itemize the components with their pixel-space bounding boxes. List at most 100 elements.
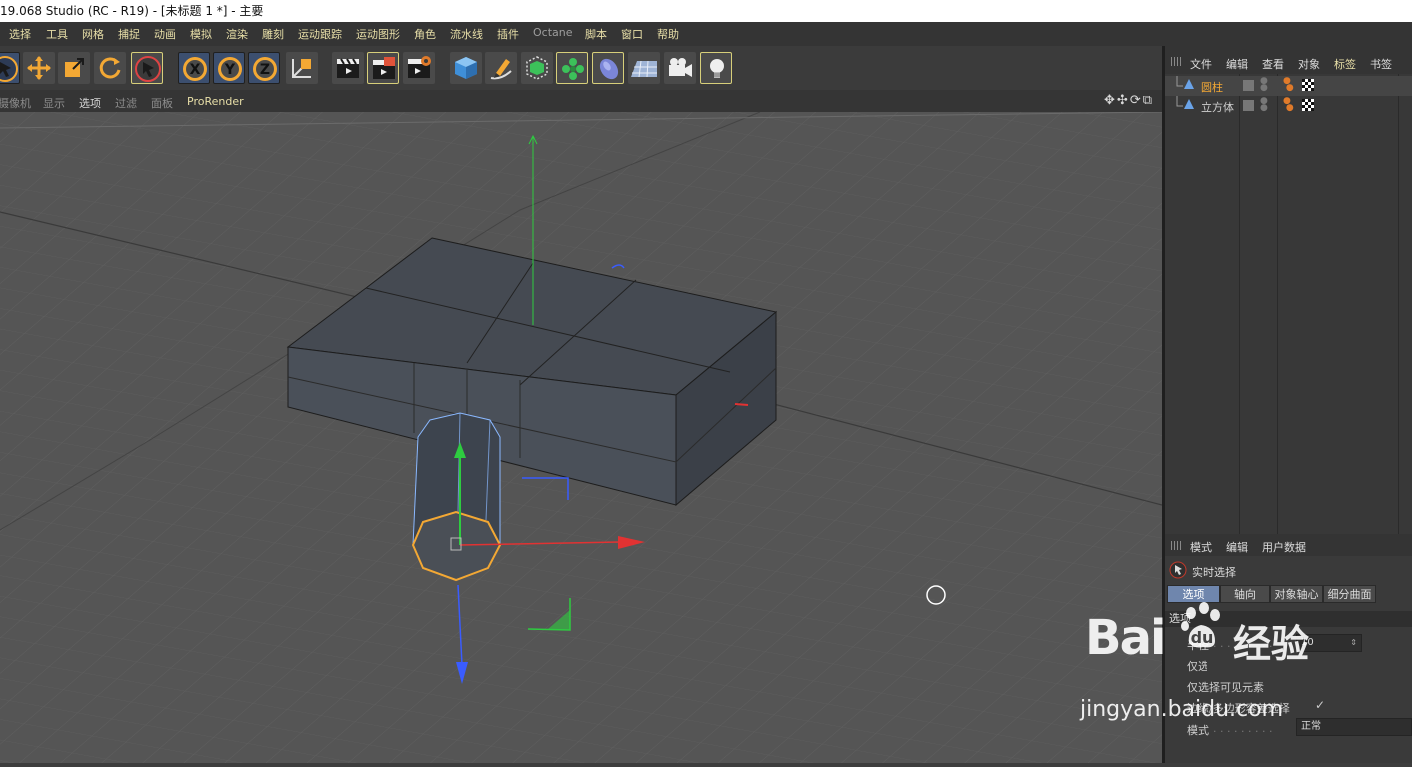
visibility-dots-icon[interactable]: ● ● [1260, 97, 1268, 113]
y-axis-icon: Y [218, 57, 242, 81]
menu-pipeline[interactable]: 流水线 [450, 26, 483, 42]
watermark-suffix: 经验 [1233, 622, 1310, 666]
svg-text:Y: Y [224, 62, 236, 78]
cylinder-icon [1184, 79, 1194, 89]
coordinate-system-button[interactable] [286, 52, 318, 84]
menu-octane[interactable]: Octane [533, 26, 573, 39]
clapper-icon [337, 58, 359, 78]
pen-spline-button[interactable] [485, 52, 517, 84]
menu-render[interactable]: 渲染 [226, 26, 248, 42]
menu-mograph[interactable]: 运动图形 [356, 26, 400, 42]
am-menu-mode[interactable]: 模式 [1190, 539, 1212, 555]
stepper-icon[interactable]: ⇕ [1350, 635, 1357, 651]
menu-character[interactable]: 角色 [414, 26, 436, 42]
menu-plugins[interactable]: 插件 [497, 26, 519, 42]
viewport-menu-filter[interactable]: 过滤 [115, 95, 137, 111]
object-name-cylinder[interactable]: 圆柱 [1201, 79, 1223, 95]
menu-script[interactable]: 脚本 [585, 26, 607, 42]
deformer-button[interactable] [592, 52, 624, 84]
phong-tag-icon[interactable]: ● ● [1283, 77, 1294, 93]
viewport-scene [0, 111, 1163, 763]
light-bulb-icon [710, 59, 724, 78]
cube-icon [455, 57, 477, 79]
viewport-menu-panel[interactable]: 面板 [151, 95, 173, 111]
object-row-cylinder[interactable]: 圆柱 ● ● ● ● [1165, 76, 1412, 96]
material-tag-icon[interactable] [1302, 79, 1314, 91]
attribute-manager-menubar: 模式 编辑 用户数据 [1165, 534, 1412, 556]
menu-sculpt[interactable]: 雕刻 [262, 26, 284, 42]
scale-icon [65, 58, 84, 77]
move-tool-button[interactable] [23, 52, 55, 84]
cube-object-button[interactable] [450, 52, 482, 84]
render-view-button[interactable] [332, 52, 364, 84]
am-menu-userdata[interactable]: 用户数据 [1262, 539, 1306, 555]
layer-icon[interactable] [1243, 80, 1254, 91]
watermark-brand: Bai [1085, 610, 1166, 666]
menu-motion-tracking[interactable]: 运动跟踪 [298, 26, 342, 42]
3d-viewport[interactable] [0, 111, 1163, 763]
main-menubar: 选择 工具 网格 捕捉 动画 模拟 渲染 雕刻 运动跟踪 运动图形 角色 流水线… [0, 22, 1412, 46]
am-menu-edit[interactable]: 编辑 [1226, 539, 1248, 555]
lock-x-button[interactable]: X [178, 52, 210, 84]
render-picture-icon [373, 57, 395, 79]
menu-tools[interactable]: 工具 [46, 26, 68, 42]
panel-grip-icon[interactable] [1171, 541, 1183, 550]
om-menu-tags[interactable]: 标签 [1334, 56, 1356, 72]
svg-text:X: X [190, 62, 201, 78]
right-panel: 文件 编辑 查看 对象 标签 书签 圆柱 ● ● ● ● 立方体 ● ● ● ● 模 [1080, 46, 1412, 763]
svg-text:du: du [1191, 628, 1214, 647]
phong-tag-icon[interactable]: ● ● [1283, 97, 1294, 113]
viewport-menu-options[interactable]: 选项 [79, 95, 101, 111]
menu-mesh[interactable]: 网格 [82, 26, 104, 42]
z-axis-icon: Z [253, 57, 277, 81]
subtab-subdivision[interactable]: 细分曲面 [1323, 585, 1376, 603]
coordinates-icon [292, 59, 311, 78]
subtab-object-axis[interactable]: 对象轴心 [1270, 585, 1323, 603]
live-selection-icon [1169, 561, 1187, 579]
lock-z-button[interactable]: Z [248, 52, 280, 84]
menu-simulate[interactable]: 模拟 [190, 26, 212, 42]
tree-line-icon [1176, 96, 1194, 109]
lock-y-button[interactable]: Y [213, 52, 245, 84]
rotate-tool-button[interactable] [94, 52, 126, 84]
material-tag-icon[interactable] [1302, 99, 1314, 111]
viewport-menu-camera[interactable]: 摄像机 [0, 95, 31, 111]
om-menu-objects[interactable]: 对象 [1298, 56, 1320, 72]
om-menu-bookmarks[interactable]: 书签 [1370, 56, 1392, 72]
viewport-navigation-icons[interactable]: ✥✣⟳⧉ [1104, 93, 1154, 108]
floor-button[interactable] [628, 52, 660, 84]
menu-snap[interactable]: 捕捉 [118, 26, 140, 42]
om-menu-file[interactable]: 文件 [1190, 56, 1212, 72]
viewport-menu-prorender[interactable]: ProRender [187, 95, 244, 108]
render-settings-icon [408, 56, 431, 78]
render-to-picture-viewer-button[interactable] [367, 52, 399, 84]
paw-logo-icon: du [1181, 602, 1220, 648]
camera-icon [669, 58, 692, 77]
render-settings-button[interactable] [403, 52, 435, 84]
menu-select[interactable]: 选择 [9, 26, 31, 42]
menu-help[interactable]: 帮助 [657, 26, 679, 42]
subdivision-surface-button[interactable] [521, 52, 553, 84]
om-menu-edit[interactable]: 编辑 [1226, 56, 1248, 72]
cylinder-object[interactable] [411, 412, 502, 582]
object-name-cube[interactable]: 立方体 [1201, 99, 1234, 115]
live-selection-button[interactable] [0, 52, 20, 84]
recent-tool-button[interactable] [131, 52, 163, 84]
object-row-cube[interactable]: 立方体 ● ● ● ● [1165, 96, 1412, 116]
menu-window[interactable]: 窗口 [621, 26, 643, 42]
light-button[interactable] [700, 52, 732, 84]
subtab-axis[interactable]: 轴向 [1220, 585, 1270, 603]
cursor-icon [135, 56, 161, 82]
cloner-button[interactable] [556, 52, 588, 84]
window-title: 19.068 Studio (RC - R19) - [未标题 1 *] - 主… [0, 0, 1412, 22]
scale-tool-button[interactable] [58, 52, 90, 84]
visibility-dots-icon[interactable]: ● ● [1260, 77, 1268, 93]
menu-animate[interactable]: 动画 [154, 26, 176, 42]
layer-icon[interactable] [1243, 100, 1254, 111]
panel-grip-icon[interactable] [1171, 57, 1183, 66]
om-menu-view[interactable]: 查看 [1262, 56, 1284, 72]
viewport-menu-display[interactable]: 显示 [43, 95, 65, 111]
baidu-watermark: Bai du 经验 jingyan.baidu.com [1080, 602, 1335, 735]
deformer-icon [599, 58, 619, 80]
camera-button[interactable] [664, 52, 696, 84]
